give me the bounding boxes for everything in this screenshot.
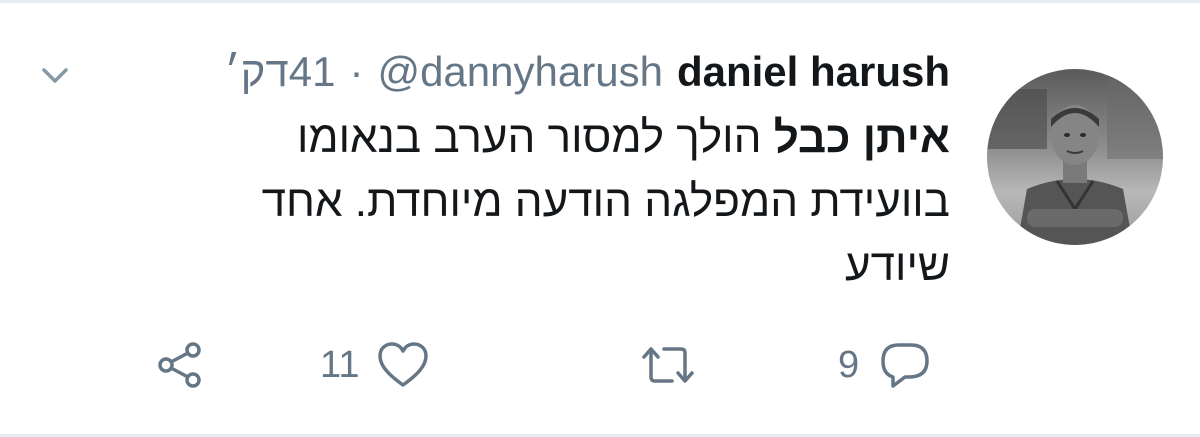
author-display-name[interactable]: daniel harush xyxy=(677,40,950,104)
share-icon xyxy=(155,339,207,391)
like-count: 11 xyxy=(320,344,360,386)
tweet-header: 41דק׳ · @dannyharush daniel harush xyxy=(225,40,951,104)
top-divider xyxy=(0,0,1200,3)
reply-icon xyxy=(877,339,933,391)
tweet-mention: איתן כבל xyxy=(773,113,950,162)
reply-button[interactable]: 9 xyxy=(838,335,933,395)
like-button[interactable]: 11 xyxy=(320,335,431,395)
tweet-text: איתן כבל הולך למסור הערב בנאומו בוועידת … xyxy=(230,106,950,298)
tweet-timestamp[interactable]: 41דק׳ xyxy=(225,40,336,104)
chevron-down-icon[interactable] xyxy=(38,58,72,92)
header-separator: · xyxy=(349,48,364,95)
retweet-button[interactable] xyxy=(636,335,700,395)
avatar[interactable] xyxy=(987,69,1163,245)
share-button[interactable] xyxy=(155,335,207,395)
author-handle[interactable]: @dannyharush xyxy=(377,40,663,104)
heart-icon xyxy=(375,339,431,391)
retweet-icon xyxy=(636,339,700,391)
reply-count: 9 xyxy=(838,344,860,386)
tweet-actions: 11 9 xyxy=(0,335,1200,395)
